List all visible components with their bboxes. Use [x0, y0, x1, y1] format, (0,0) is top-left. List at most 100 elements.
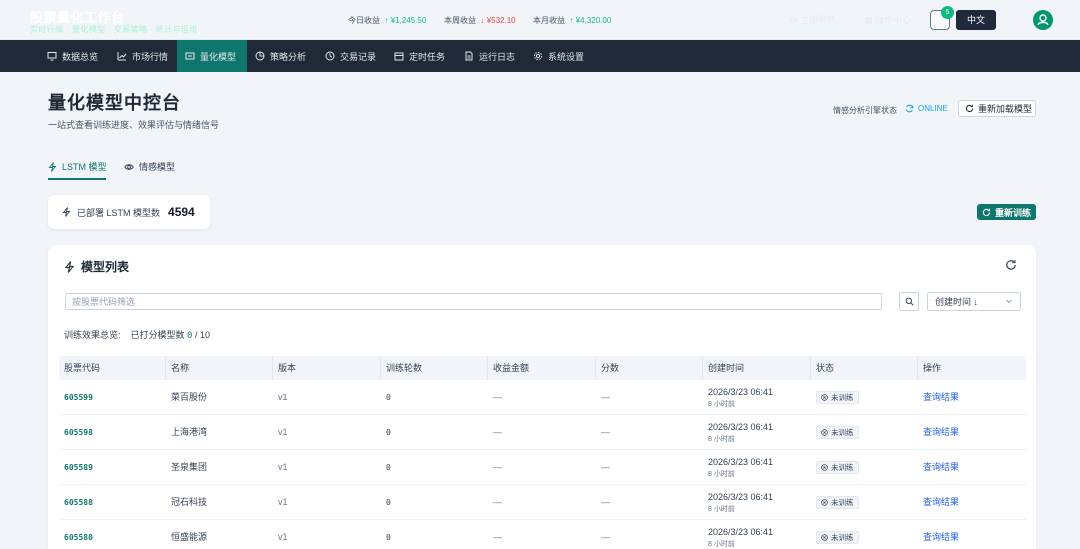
status-badge-label: 未训练	[831, 498, 854, 508]
training-summary: 训练效果总览: 已打分模型数 0 / 10	[64, 328, 210, 341]
summary-scored-label: 已打分模型数	[130, 330, 185, 340]
table-row: 605599 菜百股份 v1 0 — — 2026/3/23 06:41 8 小…	[59, 380, 1026, 415]
cell-epochs: 0	[386, 463, 391, 472]
status-badge-label: 未训练	[831, 393, 854, 403]
query-result-link[interactable]: 查询结果	[918, 415, 959, 450]
column-header-action[interactable]: 操作	[918, 356, 1026, 380]
summary-scored: 已打分模型数 0 / 10	[131, 328, 210, 341]
nav-item-logs[interactable]: 运行日志	[456, 40, 523, 72]
cell-score: —	[601, 392, 610, 402]
panel-title-text: 模型列表	[81, 260, 130, 274]
nav-item-overview[interactable]: 数据总览	[39, 40, 106, 72]
column-header-created[interactable]: 创建时间	[703, 356, 811, 380]
arrow-up-icon: ↑	[382, 16, 389, 25]
nav-item-trades[interactable]: 交易记录	[317, 40, 384, 72]
nav-item-strategy[interactable]: 策略分析	[247, 40, 314, 72]
refresh-now-button[interactable]: ⟳ 立即刷新	[790, 13, 836, 26]
nav-item-models[interactable]: 量化模型	[177, 40, 247, 72]
cell-stock-name: 恒盛能源	[171, 532, 208, 542]
cell-created: 2026/3/23 06:41 8 小时前	[703, 450, 773, 485]
earning-month: 本月收益 ↑ ¥4,320.00	[533, 15, 611, 26]
reload-model-button[interactable]: 重新加载模型	[958, 100, 1036, 117]
earning-today: 今日收益 ↑ ¥1,245.50	[348, 15, 426, 26]
nav-item-label: 市场行情	[132, 51, 169, 62]
sort-select[interactable]: 创建时间 ↓	[927, 292, 1021, 311]
table-row: 605598 上海港湾 v1 0 — — 2026/3/23 06:41 8 小…	[59, 415, 1026, 450]
cell-created-ago: 8 小时前	[708, 471, 735, 478]
column-header-profit[interactable]: 收益金额	[488, 356, 596, 380]
earning-month-label: 本月收益	[533, 16, 565, 25]
eye-icon	[124, 163, 134, 170]
cell-epochs: 0	[386, 498, 391, 507]
column-header-epochs[interactable]: 训练轮数	[381, 356, 488, 380]
table-row: 605588 冠石科技 v1 0 — — 2026/3/23 06:41 8 小…	[59, 485, 1026, 520]
table-header: 股票代码 名称 版本 训练轮数 收益金额 分数 创建时间 状态 操作	[59, 356, 1026, 380]
query-result-link[interactable]: 查询结果	[918, 450, 959, 485]
arrow-up-icon: ↑	[567, 16, 574, 25]
avatar[interactable]	[1033, 10, 1053, 30]
cell-stock-code[interactable]: 605588	[59, 485, 93, 520]
refresh-icon[interactable]	[1005, 259, 1017, 271]
reload-model-label: 重新加载模型	[978, 104, 1033, 114]
retrain-label: 重新训练	[995, 207, 1032, 218]
tab-sentiment-label: 情感模型	[139, 162, 176, 172]
deployed-models-card: 已部署 LSTM 模型数 4594	[48, 195, 210, 229]
cell-created-ago: 8 小时前	[708, 401, 735, 408]
cell-epochs: 0	[386, 428, 391, 437]
cell-version: v1	[278, 427, 288, 437]
cell-score: —	[601, 427, 610, 437]
nav-item-market[interactable]: 市场行情	[109, 40, 176, 72]
arrow-down-icon: ↓	[478, 16, 485, 25]
status-badge: 未训练	[816, 461, 859, 475]
nav-item-label: 数据总览	[62, 51, 99, 62]
nav-item-schedule[interactable]: 定时任务	[386, 40, 453, 72]
nav-item-label: 定时任务	[409, 51, 446, 62]
cell-created: 2026/3/23 06:41 8 小时前	[703, 485, 773, 520]
ops-center-label: 操作中心	[875, 15, 912, 25]
column-header-score[interactable]: 分数	[596, 356, 703, 380]
nav-item-label: 运行日志	[479, 51, 516, 62]
retrain-button[interactable]: 重新训练	[977, 204, 1036, 220]
cell-profit: —	[493, 497, 502, 507]
lightning-icon	[62, 207, 71, 217]
app-subtitle: 实时行情 · 量化模型 · 交易策略 · 统计与运维	[30, 25, 198, 34]
stock-code-search-input[interactable]	[65, 293, 882, 310]
query-result-link[interactable]: 查询结果	[918, 520, 959, 549]
cell-epochs: 0	[386, 533, 391, 542]
cell-created-time: 2026/3/23 06:41	[708, 492, 774, 502]
cell-stock-code[interactable]: 605599	[59, 380, 93, 415]
search-button[interactable]	[899, 292, 919, 311]
earning-today-label: 今日收益	[348, 16, 380, 25]
nav-item-settings[interactable]: 系统设置	[525, 40, 592, 72]
cell-stock-name: 冠石科技	[171, 497, 208, 507]
ops-center-button[interactable]: ▦ 操作中心	[864, 13, 911, 26]
query-result-link[interactable]: 查询结果	[918, 380, 959, 415]
query-result-link[interactable]: 查询结果	[918, 485, 959, 520]
cell-stock-code[interactable]: 605598	[59, 415, 93, 450]
summary-total: / 10	[194, 330, 210, 340]
language-button[interactable]: 中文	[956, 10, 996, 30]
refresh-icon: ⟳	[790, 15, 801, 25]
column-header-status[interactable]: 状态	[811, 356, 918, 380]
search-icon	[905, 297, 913, 306]
column-header-version[interactable]: 版本	[273, 356, 381, 380]
column-header-code[interactable]: 股票代码	[59, 356, 166, 380]
status-badge: 未训练	[816, 496, 859, 510]
nav-item-label: 交易记录	[340, 51, 377, 62]
tab-lstm[interactable]: LSTM 模型	[48, 160, 107, 173]
cell-stock-code[interactable]: 605580	[59, 520, 93, 549]
cell-version: v1	[278, 532, 288, 542]
column-header-name[interactable]: 名称	[166, 356, 273, 380]
table-row: 605580 恒盛能源 v1 0 — — 2026/3/23 06:41 8 小…	[59, 520, 1026, 549]
cell-epochs: 0	[386, 393, 391, 402]
cell-stock-code[interactable]: 605589	[59, 450, 93, 485]
table-body: 605599 菜百股份 v1 0 — — 2026/3/23 06:41 8 小…	[59, 380, 1026, 549]
status-badge-label: 未训练	[831, 533, 854, 543]
cell-status: 未训练	[811, 450, 859, 485]
sort-select-value: 创建时间 ↓	[935, 297, 979, 307]
lightning-icon	[48, 161, 57, 172]
tab-sentiment[interactable]: 情感模型	[124, 160, 175, 173]
pie-icon	[255, 51, 265, 61]
sync-icon	[905, 104, 914, 113]
model-list-panel: 模型列表 创建时间 ↓ 训练效果总览: 已打分模型数 0 / 10 股票代码 名…	[48, 245, 1036, 549]
